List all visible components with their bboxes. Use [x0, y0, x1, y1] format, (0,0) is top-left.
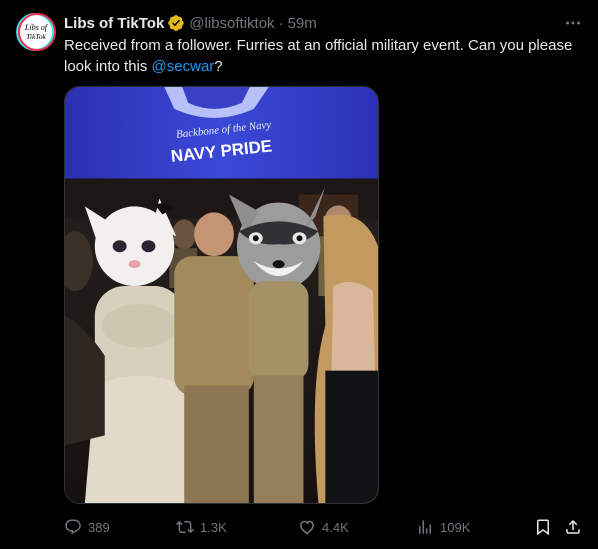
tweet-body: Received from a follower. Furries at an …	[64, 37, 573, 75]
svg-text:Libs of: Libs of	[24, 23, 49, 32]
author-handle[interactable]: @libsoftiktok	[189, 15, 274, 32]
event-photo: Backbone of the Navy NAVY PRIDE	[65, 87, 378, 503]
reply-icon	[65, 519, 81, 535]
mention-link[interactable]: @secwar	[152, 58, 215, 75]
bookmark-icon	[537, 519, 549, 536]
tweet[interactable]: Libs of TikTok Libs of TikTok @libsoftik…	[0, 0, 598, 549]
separator-dot: ·	[278, 14, 284, 32]
bookmark-button[interactable]	[534, 518, 552, 536]
tweet-header: Libs of TikTok @libsoftiktok · 59m	[64, 13, 582, 33]
share-icon	[566, 519, 580, 534]
views-count: 109K	[440, 519, 471, 535]
svg-text:TikTok: TikTok	[26, 32, 46, 41]
heart-icon	[300, 520, 314, 535]
like-count: 4.4K	[322, 519, 349, 535]
timestamp[interactable]: 59m	[288, 15, 317, 32]
author-name[interactable]: Libs of TikTok	[64, 15, 164, 32]
reply-button[interactable]: 389	[64, 518, 110, 536]
libs-of-tiktok-logo: Libs of TikTok	[16, 13, 56, 51]
more-dots-icon[interactable]	[564, 14, 582, 32]
tweet-photo[interactable]: Backbone of the Navy NAVY PRIDE	[64, 86, 379, 504]
repost-icon	[176, 520, 194, 534]
tweet-text: Received from a follower. Furries at an …	[64, 35, 574, 77]
repost-count: 1.3K	[200, 519, 227, 535]
action-bar: 389 1.3K 4.4K 109K	[64, 516, 584, 538]
reply-count: 389	[88, 519, 110, 535]
tweet-tail: ?	[214, 58, 223, 75]
share-button[interactable]	[564, 518, 582, 536]
verified-badge-icon	[167, 14, 185, 32]
repost-button[interactable]: 1.3K	[176, 518, 227, 536]
like-button[interactable]: 4.4K	[298, 518, 349, 536]
avatar[interactable]: Libs of TikTok	[16, 12, 56, 52]
views-chart-icon	[419, 520, 431, 534]
views-button[interactable]: 109K	[416, 518, 470, 536]
